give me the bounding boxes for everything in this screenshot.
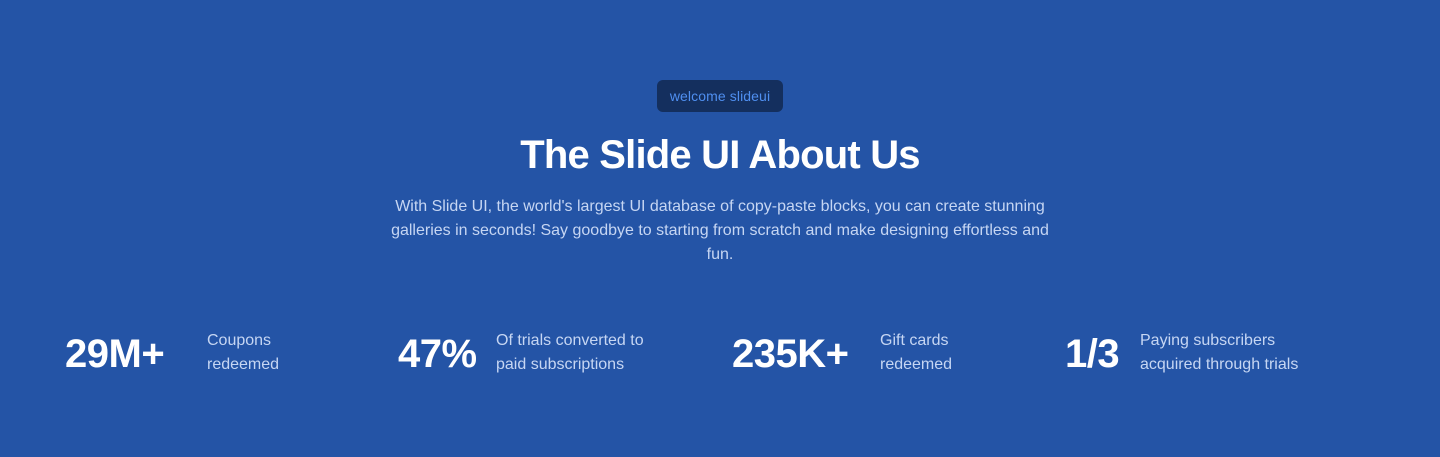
stat-value: 235K+	[732, 332, 849, 376]
about-us-section: welcome slideui The Slide UI About Us Wi…	[0, 0, 1440, 457]
stat-label: Paying subscribers acquired through tria…	[1140, 332, 1299, 373]
stat-label: Of trials converted to paid subscription…	[496, 332, 644, 373]
stat-label: Gift cards redeemed	[880, 332, 953, 373]
stat-label: Coupons redeemed	[207, 332, 280, 373]
stats-row: 29M+ Coupons redeemed 47% Of trials conv…	[0, 328, 1440, 378]
stat-value: 47%	[398, 332, 477, 376]
hero: welcome slideui The Slide UI About Us Wi…	[0, 80, 1440, 267]
stat-value: 1/3	[1065, 332, 1120, 376]
welcome-badge: welcome slideui	[656, 80, 784, 112]
hero-description: With Slide UI, the world's largest UI da…	[391, 198, 1049, 263]
stat-value: 29M+	[65, 332, 165, 376]
page-title: The Slide UI About Us	[520, 133, 920, 177]
